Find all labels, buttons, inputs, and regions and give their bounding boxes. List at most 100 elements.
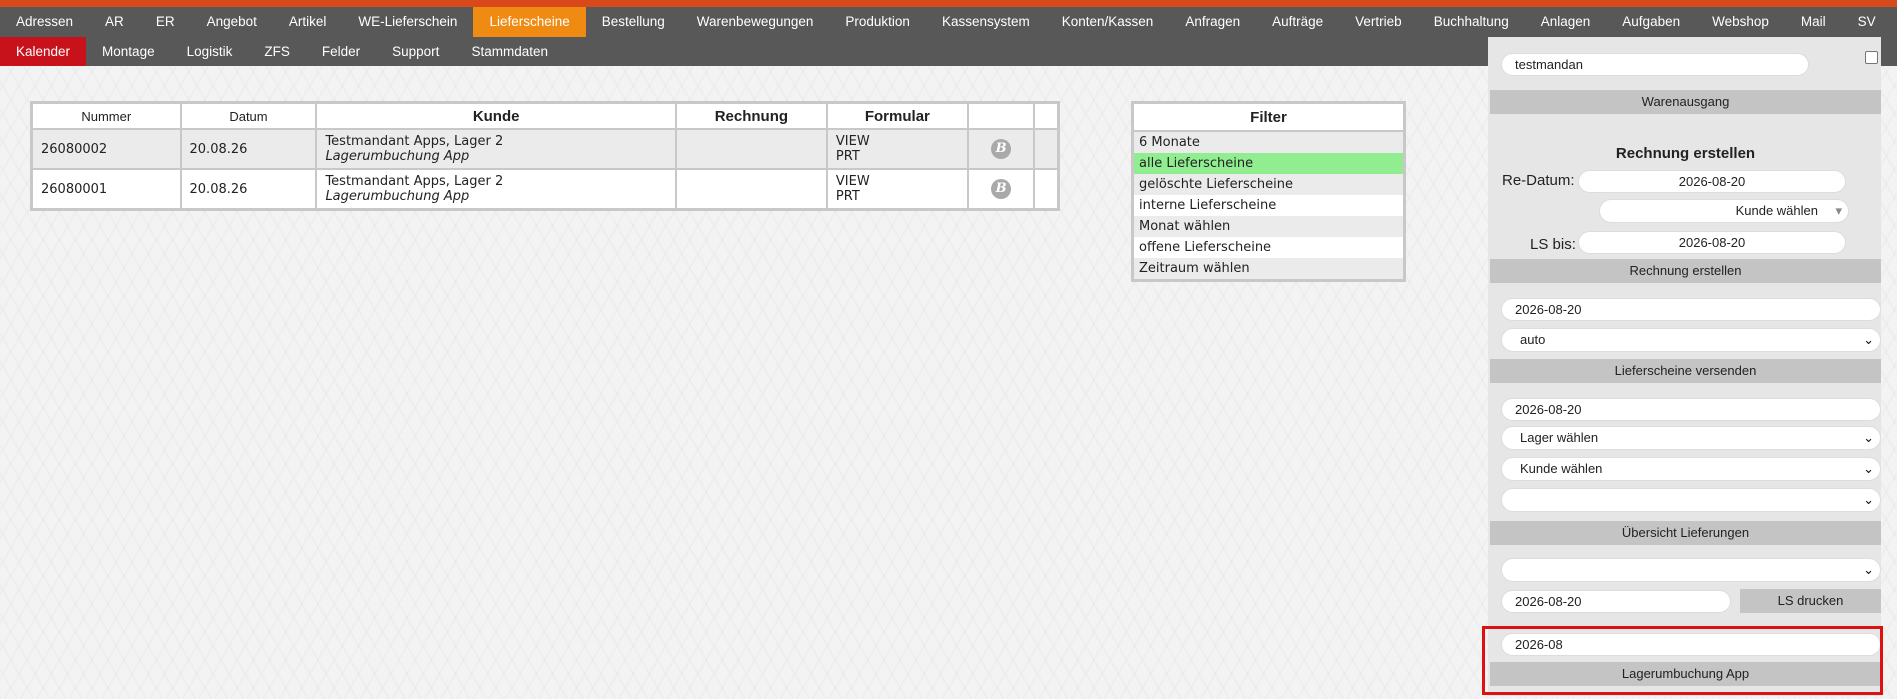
subnav-item-support[interactable]: Support [376,37,455,66]
nav-item-mail[interactable]: Mail [1785,7,1842,37]
kunde-waehlen-select[interactable]: Kunde wählen ▾ [1599,199,1849,223]
nav-item-buchhaltung[interactable]: Buchhaltung [1418,7,1525,37]
sidebar: testmandan Warenausgang Rechnung erstell… [1488,37,1881,696]
table-row[interactable]: 26080002 20.08.26 Testmandant Apps, Lage… [30,128,1060,170]
nav-item-we-lieferschein[interactable]: WE-Lieferschein [342,7,473,37]
chevron-down-icon: ⌄ [1863,562,1874,577]
filter-item-label[interactable]: alle Lieferscheine [1131,153,1406,174]
filter-item[interactable]: interne Lieferscheine [1131,195,1406,216]
filter-item-label[interactable]: gelöschte Lieferscheine [1131,174,1406,195]
nav-item-er[interactable]: ER [140,7,191,37]
filter-item[interactable]: Monat wählen [1131,216,1406,237]
lieferscheine-table: Nummer Datum Kunde Rechnung Formular 260… [30,101,1060,211]
filter-item[interactable]: gelöschte Lieferscheine [1131,174,1406,195]
filter-item-label[interactable]: interne Lieferscheine [1131,195,1406,216]
kunde-value: Kunde wählen [1520,461,1603,476]
header-formular[interactable]: Formular [825,101,969,130]
filter-item-label[interactable]: Zeitraum wählen [1131,258,1406,281]
filter-item-label[interactable]: 6 Monate [1131,131,1406,153]
extra-select[interactable]: ⌄ [1501,488,1881,512]
subnav-item-zfs[interactable]: ZFS [248,37,306,66]
cell-icon: B [966,168,1036,211]
kunde-select[interactable]: Kunde wählen ⌄ [1501,457,1881,481]
cell-kunde: Testmandant Apps, Lager 2 Lagerumbuchung … [315,168,677,211]
header-rechnung[interactable]: Rechnung [674,101,828,130]
druck-select[interactable]: ⌄ [1501,558,1881,582]
mandant-input[interactable]: testmandan [1501,53,1809,76]
filter-title: Filter [1131,101,1406,132]
re-datum-label: Re-Datum: [1502,172,1575,189]
nav-item-angebot[interactable]: Angebot [191,7,273,37]
nav-item-webshop[interactable]: Webshop [1696,7,1785,37]
subnav-item-kalender[interactable]: Kalender [0,37,87,66]
cell-nummer: 26080001 [30,168,182,211]
view-link[interactable]: VIEW [836,174,959,189]
filter-item-label[interactable]: offene Lieferscheine [1131,237,1406,258]
print-link[interactable]: PRT [836,149,959,164]
ls-bis-input[interactable]: 2026-08-20 [1578,231,1846,254]
kunde-subtitle: Lagerumbuchung App [325,189,470,204]
ls-drucken-button[interactable]: LS drucken [1740,589,1881,613]
bitcoin-icon[interactable]: B [991,179,1012,199]
subnav-item-logistik[interactable]: Logistik [171,37,249,66]
cell-extra [1033,168,1060,211]
highlight-box [1482,626,1883,695]
nav-item-ar[interactable]: AR [89,7,140,37]
kunde-name: Testmandant Apps, Lager 2 [325,174,504,189]
header-datum[interactable]: Datum [179,101,318,130]
table-row[interactable]: 26080001 20.08.26 Testmandant Apps, Lage… [30,168,1060,211]
subnav-item-felder[interactable]: Felder [306,37,376,66]
re-datum-input[interactable]: 2026-08-20 [1578,170,1846,193]
cell-icon: B [966,128,1036,170]
nav-item-konten-kassen[interactable]: Konten/Kassen [1046,7,1170,37]
nav-item-produktion[interactable]: Produktion [829,7,926,37]
subnav-item-montage[interactable]: Montage [86,37,171,66]
cell-datum: 20.08.26 [179,168,318,211]
header-nummer[interactable]: Nummer [30,101,182,130]
warenausgang-button[interactable]: Warenausgang [1490,90,1881,114]
nav-item-bestellung[interactable]: Bestellung [586,7,681,37]
nav-item-auftraege[interactable]: Aufträge [1256,7,1339,37]
filter-item[interactable]: offene Lieferscheine [1131,237,1406,258]
nav-item-anlagen[interactable]: Anlagen [1525,7,1607,37]
lieferscheine-versenden-button[interactable]: Lieferscheine versenden [1490,359,1881,383]
cell-datum: 20.08.26 [179,128,318,170]
lager-select[interactable]: Lager wählen ⌄ [1501,426,1881,450]
versand-date-input[interactable]: 2026-08-20 [1501,298,1881,321]
nav-item-kassensystem[interactable]: Kassensystem [926,7,1046,37]
sidebar-checkbox[interactable] [1865,51,1878,64]
nav-item-anfragen[interactable]: Anfragen [1169,7,1256,37]
subnav-item-stammdaten[interactable]: Stammdaten [455,37,564,66]
nav-item-sv[interactable]: SV [1842,7,1892,37]
uebersicht-date-input[interactable]: 2026-08-20 [1501,398,1881,421]
bitcoin-icon[interactable]: B [991,139,1012,159]
chevron-down-icon: ⌄ [1863,492,1874,507]
druck-date-input[interactable]: 2026-08-20 [1501,590,1731,613]
header-kunde[interactable]: Kunde [315,101,677,130]
rechnung-erstellen-title: Rechnung erstellen [1615,145,1756,162]
nav-item-vertrieb[interactable]: Vertrieb [1339,7,1418,37]
view-link[interactable]: VIEW [836,134,959,149]
print-link[interactable]: PRT [836,189,959,204]
kunde-subtitle: Lagerumbuchung App [325,149,470,164]
cell-kunde: Testmandant Apps, Lager 2 Lagerumbuchung … [315,128,677,170]
filter-item[interactable]: alle Lieferscheine [1131,153,1406,174]
nav-item-warenbewegungen[interactable]: Warenbewegungen [681,7,830,37]
chevron-down-icon: ⌄ [1863,332,1874,347]
nav-item-lieferscheine[interactable]: Lieferscheine [473,7,586,37]
rechnung-erstellen-button[interactable]: Rechnung erstellen [1490,259,1881,283]
cell-extra [1033,128,1060,170]
top-accent-strip [0,0,1897,7]
chevron-down-icon: ⌄ [1863,461,1874,476]
chevron-down-icon: ⌄ [1863,430,1874,445]
filter-item-label[interactable]: Monat wählen [1131,216,1406,237]
cell-nummer: 26080002 [30,128,182,170]
nav-item-adressen[interactable]: Adressen [0,7,89,37]
filter-item[interactable]: Zeitraum wählen [1131,258,1406,281]
header-icon [966,101,1036,130]
uebersicht-lieferungen-button[interactable]: Übersicht Lieferungen [1490,521,1881,545]
versand-mode-select[interactable]: auto ⌄ [1501,328,1881,352]
filter-item[interactable]: 6 Monate [1131,131,1406,153]
nav-item-aufgaben[interactable]: Aufgaben [1606,7,1696,37]
nav-item-artikel[interactable]: Artikel [273,7,343,37]
